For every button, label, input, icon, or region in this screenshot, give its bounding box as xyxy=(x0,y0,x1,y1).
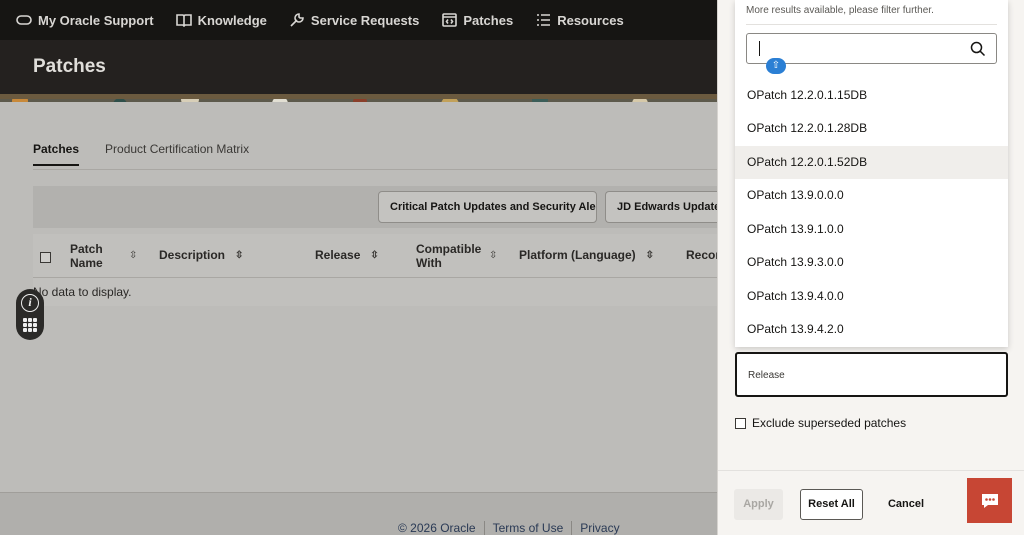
release-field[interactable]: Release xyxy=(735,352,1008,397)
text-cursor xyxy=(759,41,760,56)
privacy-link[interactable]: Privacy xyxy=(572,521,627,535)
dropdown-option[interactable]: OPatch 13.9.4.0.0 xyxy=(735,280,1008,313)
column-label: Platform (Language) xyxy=(519,248,636,262)
chat-button[interactable] xyxy=(967,478,1012,523)
book-icon xyxy=(175,12,192,28)
column-label: Release xyxy=(315,248,361,262)
chat-icon xyxy=(981,493,998,508)
critical-patch-updates-button[interactable]: Critical Patch Updates and Security Aler… xyxy=(378,191,597,223)
sort-icon[interactable]: ⇳ xyxy=(489,250,497,261)
nav-label: Patches xyxy=(463,12,514,28)
column-release[interactable]: Release ⇳ xyxy=(315,248,379,262)
keyboard-badge-icon: ⇧ xyxy=(766,58,786,74)
search-icon[interactable] xyxy=(970,41,986,62)
terms-of-use-link[interactable]: Terms of Use xyxy=(485,521,573,535)
dropdown-option[interactable]: OPatch 13.9.3.0.0 xyxy=(735,246,1008,279)
filter-drawer: More results available, please filter fu… xyxy=(717,0,1024,535)
list-icon xyxy=(535,12,551,28)
apply-button[interactable]: Apply xyxy=(734,489,783,520)
exclude-superseded-checkbox[interactable] xyxy=(735,417,746,429)
release-dropdown-list: More results available, please filter fu… xyxy=(735,0,1008,347)
column-description[interactable]: Description ⇳ xyxy=(159,248,243,262)
cancel-button[interactable]: Cancel xyxy=(884,489,928,520)
column-label: Patch Name xyxy=(70,242,103,270)
sort-icon: ⇳ xyxy=(645,249,655,261)
reset-all-button[interactable]: Reset All xyxy=(800,489,863,520)
tab-product-certification-matrix[interactable]: Product Certification Matrix xyxy=(105,142,249,166)
dropdown-option[interactable]: OPatch 13.9.0.0.0 xyxy=(735,179,1008,212)
oracle-logo-icon xyxy=(16,12,32,28)
dropdown-option[interactable]: OPatch 12.2.0.1.28DB xyxy=(735,112,1008,145)
nav-label: Service Requests xyxy=(310,12,420,28)
column-patch-name[interactable]: Patch Name xyxy=(70,242,114,270)
release-label: Release xyxy=(748,370,785,381)
tab-bar: Patches Product Certification Matrix xyxy=(33,142,275,166)
apps-grid-icon[interactable] xyxy=(23,318,37,332)
nav-my-oracle-support[interactable]: My Oracle Support xyxy=(16,12,154,28)
more-results-hint: More results available, please filter fu… xyxy=(746,5,934,16)
select-all-checkbox[interactable] xyxy=(40,252,51,263)
page-title: Patches xyxy=(33,56,106,77)
dropdown-option[interactable]: OPatch 13.9.1.0.0 xyxy=(735,213,1008,246)
nav-label: Resources xyxy=(557,12,624,28)
nav-label: Knowledge xyxy=(197,12,267,28)
nav-label: My Oracle Support xyxy=(38,12,154,28)
toolbar: Critical Patch Updates and Security Aler… xyxy=(33,186,733,228)
nav-service-requests[interactable]: Service Requests xyxy=(289,12,419,28)
empty-table-message: No data to display. xyxy=(33,278,733,306)
wrench-icon xyxy=(289,12,305,28)
info-icon[interactable]: i xyxy=(21,294,39,312)
floating-toolbar: i xyxy=(16,289,44,340)
tab-divider xyxy=(33,169,733,170)
code-window-icon xyxy=(441,12,457,28)
column-compatible-with[interactable]: Compatible With xyxy=(416,242,482,270)
jd-edwards-update-button[interactable]: JD Edwards Update Center xyxy=(605,191,733,223)
nav-knowledge[interactable]: Knowledge xyxy=(175,12,267,28)
nav-resources[interactable]: Resources xyxy=(535,12,624,28)
exclude-superseded-label: Exclude superseded patches xyxy=(752,416,907,430)
column-platform-language[interactable]: Platform (Language) ⇳ xyxy=(519,248,654,262)
sort-icon[interactable]: ⇳ xyxy=(129,250,137,261)
nav-patches[interactable]: Patches xyxy=(441,12,513,28)
copyright-text: © 2026 Oracle xyxy=(398,521,485,535)
dropdown-option[interactable]: OPatch 12.2.0.1.15DB xyxy=(735,79,1008,112)
dropdown-option[interactable]: OPatch 13.9.4.2.0 xyxy=(735,313,1008,346)
sort-icon: ⇳ xyxy=(235,249,244,261)
tab-patches[interactable]: Patches xyxy=(33,142,80,166)
exclude-superseded-option[interactable]: Exclude superseded patches xyxy=(735,416,906,430)
drawer-footer: Apply Reset All Cancel xyxy=(718,470,1024,535)
sort-icon: ⇳ xyxy=(370,249,379,261)
dropdown-option-highlighted[interactable]: OPatch 12.2.0.1.52DB xyxy=(735,146,1008,179)
column-label: Compatible With xyxy=(416,242,482,270)
column-label: Description xyxy=(159,248,226,262)
divider xyxy=(746,24,997,25)
table-header: Patch Name ⇳ Description ⇳ Release ⇳ Compa… xyxy=(33,234,733,278)
